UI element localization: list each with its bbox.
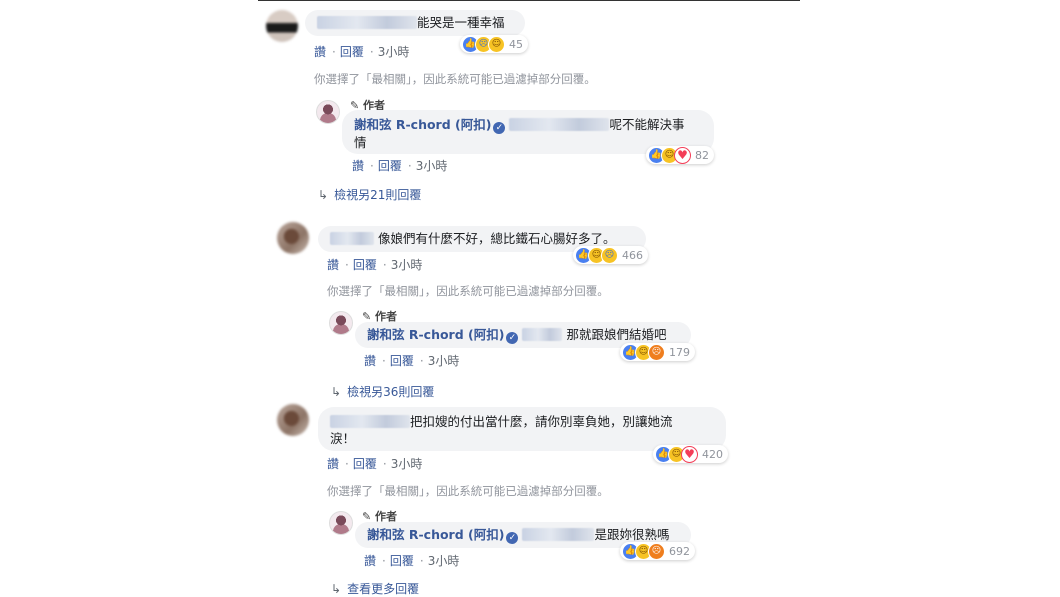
reply-link[interactable]: 回覆: [390, 354, 414, 368]
separator: ·: [382, 457, 387, 471]
separator: ·: [345, 258, 349, 272]
top-divider: [258, 0, 800, 1]
like-link[interactable]: 讚: [364, 354, 376, 368]
separator: ·: [382, 354, 386, 368]
reply-text: 呢不能解決事: [609, 117, 685, 132]
view-more-label: 檢視另21則回覆: [334, 188, 422, 202]
reply-link[interactable]: 回覆: [378, 159, 402, 173]
blurred-name[interactable]: [330, 232, 374, 245]
reaction-count: 45: [509, 37, 523, 51]
author-name[interactable]: 謝和弦 R-chord (阿扣): [367, 327, 504, 342]
separator: ·: [332, 45, 336, 59]
view-more-label: 查看更多回覆: [347, 582, 420, 596]
reply-link[interactable]: 回覆: [390, 554, 414, 568]
author-avatar[interactable]: [316, 100, 340, 124]
like-link[interactable]: 讚: [352, 159, 364, 173]
filter-note: 你選擇了「最相關」，因此系統可能已過濾掉部分回覆。: [327, 284, 609, 298]
blurred-name[interactable]: [522, 528, 595, 541]
reply-actions: 讚 · 回覆 · 3小時: [352, 157, 453, 174]
comment-actions: 讚 · 回覆 · 3小時: [327, 256, 428, 273]
reply-text-line2: 情: [354, 135, 367, 150]
reply-text: 是跟妳很熟嗎: [594, 527, 670, 542]
love-icon: ♥: [674, 146, 691, 164]
view-more-replies[interactable]: ↳ 檢視另21則回覆: [318, 186, 421, 203]
author-name[interactable]: 謝和弦 R-chord (阿扣): [367, 527, 504, 542]
commenter-avatar[interactable]: [277, 404, 309, 436]
separator: ·: [407, 159, 412, 173]
view-more-replies[interactable]: ↳ 檢視另36則回覆: [331, 383, 434, 400]
separator: ·: [369, 45, 374, 59]
view-more-replies[interactable]: ↳ 查看更多回覆: [331, 580, 419, 597]
separator: ·: [382, 258, 387, 272]
blurred-name[interactable]: [330, 415, 410, 428]
view-more-label: 檢視另36則回覆: [347, 385, 435, 399]
verified-icon: ✓: [493, 122, 506, 134]
sad-icon: ☹: [601, 246, 618, 264]
angry-icon: ☹: [648, 542, 665, 560]
reply-text: 那就跟娘們結婚吧: [566, 327, 667, 342]
timestamp[interactable]: 3小時: [428, 354, 460, 368]
blurred-name[interactable]: [509, 118, 610, 131]
verified-icon: ✓: [506, 532, 519, 544]
like-link[interactable]: 讚: [327, 457, 339, 471]
reaction-count: 420: [702, 447, 723, 461]
author-name[interactable]: 謝和弦 R-chord (阿扣): [354, 117, 491, 132]
like-link[interactable]: 讚: [364, 554, 376, 568]
comment-text-line2: 淚！: [330, 431, 356, 446]
reply-link[interactable]: 回覆: [340, 45, 364, 59]
reply-arrow-icon: ↳: [331, 582, 342, 596]
reaction-count: 179: [669, 345, 690, 359]
like-link[interactable]: 讚: [314, 45, 326, 59]
haha-icon: ☺: [488, 35, 505, 53]
reaction-summary[interactable]: 👍 ☹ ☺ 45: [460, 35, 528, 53]
reaction-summary[interactable]: 👍 ☺ ☹ 466: [573, 246, 648, 264]
separator: ·: [370, 159, 374, 173]
comment-text: 能哭是一種幸福: [417, 15, 505, 30]
blurred-name[interactable]: [522, 328, 563, 341]
separator: ·: [419, 354, 424, 368]
timestamp[interactable]: 3小時: [428, 554, 460, 568]
comment-bubble: 能哭是一種幸福: [305, 10, 525, 36]
reply-arrow-icon: ↳: [318, 188, 329, 202]
filter-note: 你選擇了「最相關」，因此系統可能已過濾掉部分回覆。: [327, 484, 609, 498]
separator: ·: [382, 554, 386, 568]
separator: ·: [419, 554, 424, 568]
filter-note: 你選擇了「最相關」，因此系統可能已過濾掉部分回覆。: [314, 72, 596, 86]
reply-arrow-icon: ↳: [331, 385, 342, 399]
author-avatar[interactable]: [329, 311, 353, 335]
reaction-count: 692: [669, 544, 690, 558]
timestamp[interactable]: 3小時: [391, 258, 423, 272]
comment-actions: 讚 · 回覆 · 3小時: [327, 455, 428, 472]
reaction-summary[interactable]: 👍 ☺ ♥ 82: [646, 146, 714, 164]
comment-text: 把扣嫂的付出當什麼，請你別辜負她，別讓她流: [410, 414, 673, 429]
angry-icon: ☹: [648, 343, 665, 361]
separator: ·: [345, 457, 349, 471]
reaction-summary[interactable]: 👍 ☺ ☹ 692: [620, 542, 695, 560]
love-icon: ♥: [681, 445, 698, 463]
reaction-count: 82: [695, 148, 709, 162]
timestamp[interactable]: 3小時: [378, 45, 410, 59]
blurred-name[interactable]: [317, 16, 417, 29]
verified-icon: ✓: [506, 332, 519, 344]
timestamp[interactable]: 3小時: [416, 159, 448, 173]
reply-actions: 讚 · 回覆 · 3小時: [364, 552, 465, 569]
reaction-summary[interactable]: 👍 ☺ ♥ 420: [653, 445, 728, 463]
author-avatar[interactable]: [329, 511, 353, 535]
comment-actions: 讚 · 回覆 · 3小時: [314, 43, 415, 60]
reply-link[interactable]: 回覆: [353, 457, 377, 471]
comment-text: 像娘們有什麼不好，總比鐵石心腸好多了。: [377, 231, 616, 246]
like-link[interactable]: 讚: [327, 258, 339, 272]
reply-actions: 讚 · 回覆 · 3小時: [364, 352, 465, 369]
reaction-count: 466: [622, 248, 643, 262]
reply-link[interactable]: 回覆: [353, 258, 377, 272]
commenter-avatar[interactable]: [266, 10, 298, 42]
reaction-summary[interactable]: 👍 ☺ ☹ 179: [620, 343, 695, 361]
timestamp[interactable]: 3小時: [391, 457, 423, 471]
commenter-avatar[interactable]: [277, 222, 309, 254]
